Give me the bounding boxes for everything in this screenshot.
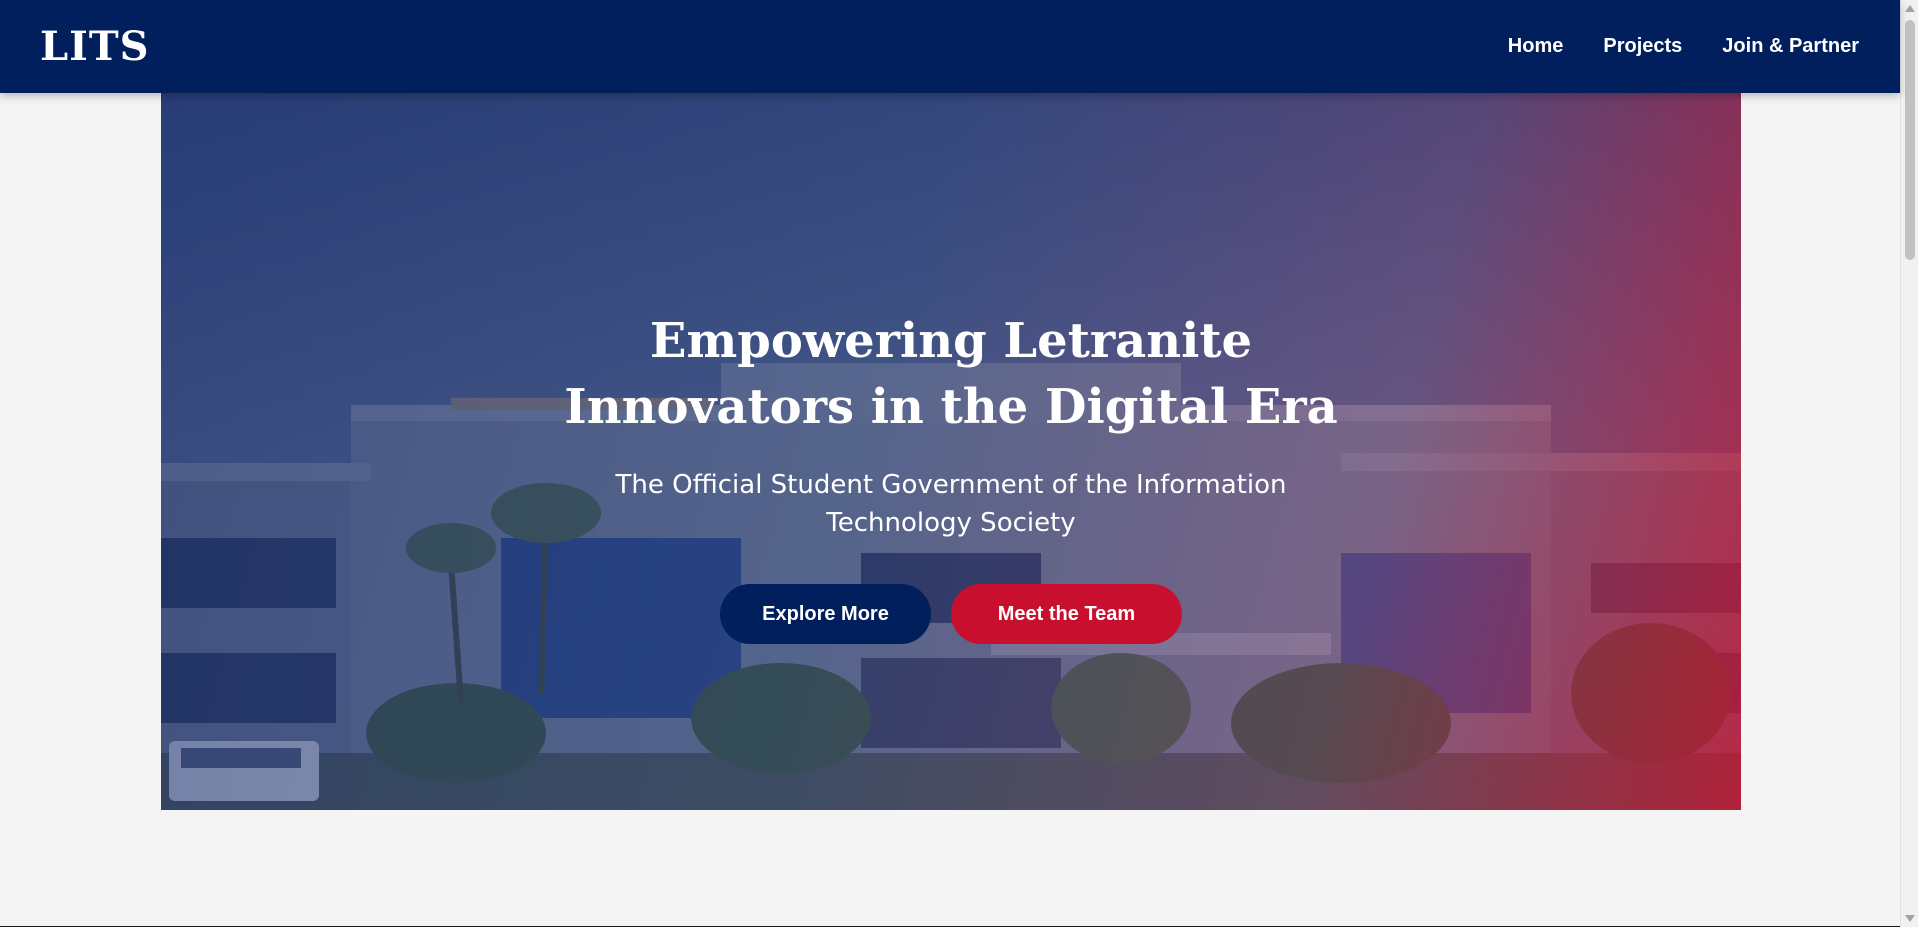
scroll-down-arrow-icon[interactable] <box>1905 915 1915 922</box>
meet-the-team-button[interactable]: Meet the Team <box>951 584 1182 644</box>
explore-more-button[interactable]: Explore More <box>720 584 931 644</box>
hero-buttons: Explore More Meet the Team <box>720 584 1182 644</box>
scroll-up-arrow-icon[interactable] <box>1905 5 1915 12</box>
site-logo[interactable]: LITS <box>40 23 150 70</box>
hero-title: Empowering Letranite Innovators in the D… <box>564 313 1338 435</box>
nav-link-projects[interactable]: Projects <box>1603 35 1682 58</box>
scrollbar-thumb[interactable] <box>1905 20 1915 260</box>
vertical-scrollbar[interactable] <box>1900 0 1918 927</box>
nav-link-home[interactable]: Home <box>1508 35 1564 58</box>
hero-section: Empowering Letranite Innovators in the D… <box>161 93 1741 810</box>
nav-links: Home Projects Join & Partner <box>1508 35 1859 58</box>
nav-link-join-partner[interactable]: Join & Partner <box>1722 35 1859 58</box>
hero-subtitle: The Official Student Government of the I… <box>615 470 1287 538</box>
navbar: LITS Home Projects Join & Partner <box>0 0 1900 93</box>
hero-content: Empowering Letranite Innovators in the D… <box>161 93 1741 810</box>
